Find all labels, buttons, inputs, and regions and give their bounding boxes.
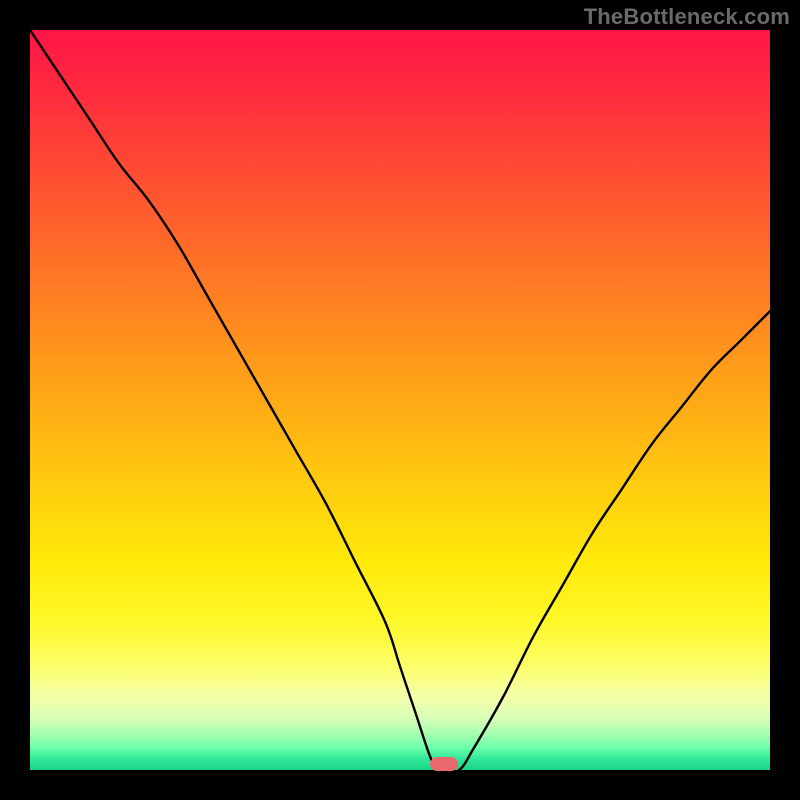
minimum-marker: [430, 757, 458, 771]
watermark-text: TheBottleneck.com: [584, 4, 790, 30]
bottleneck-curve: [30, 30, 770, 770]
plot-area: [30, 30, 770, 770]
chart-frame: TheBottleneck.com: [0, 0, 800, 800]
